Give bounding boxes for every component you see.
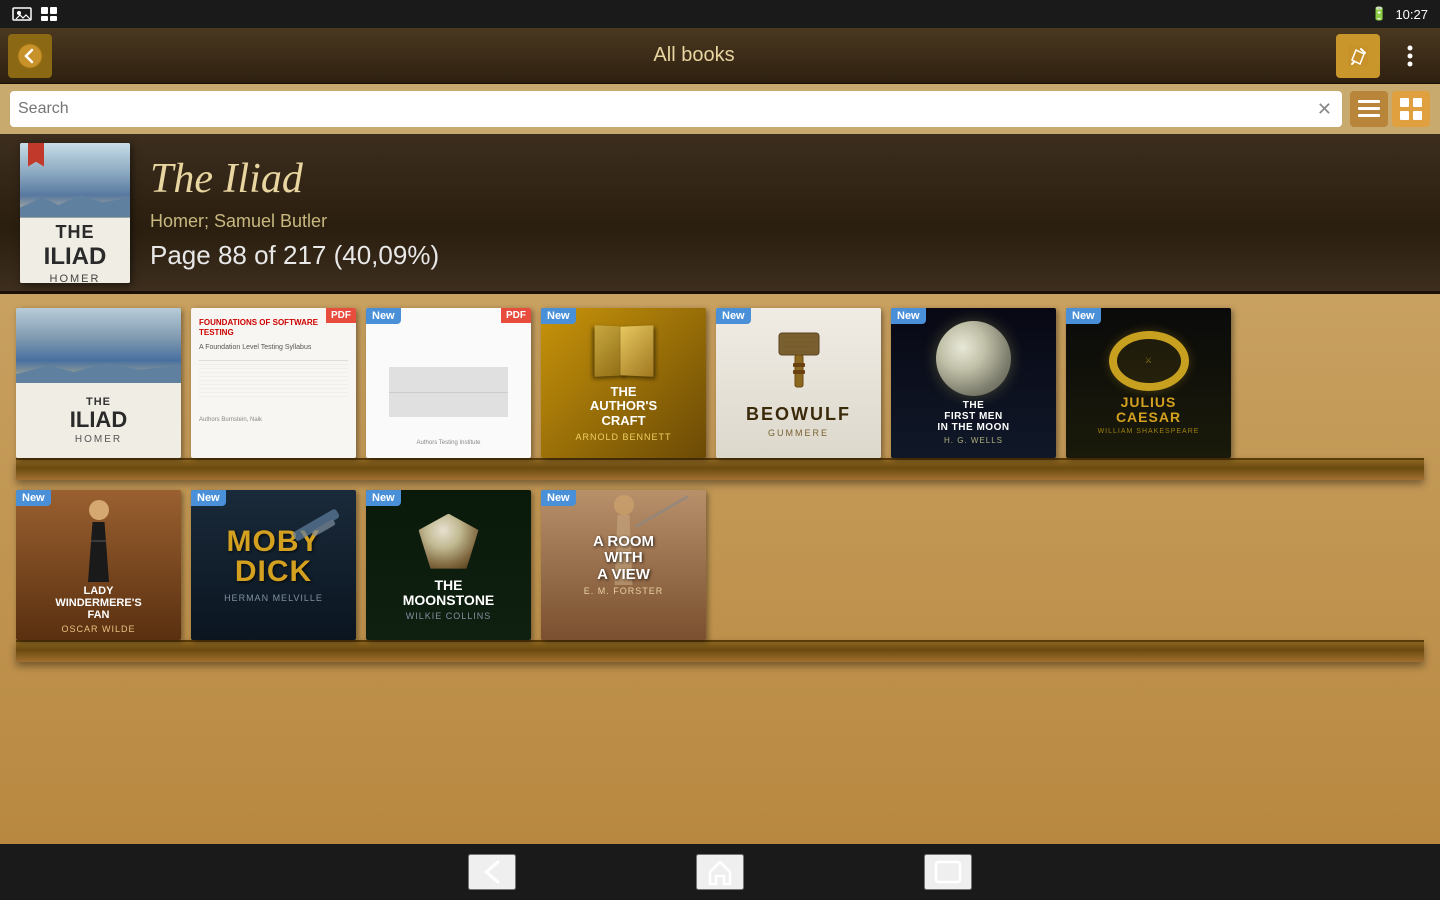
battery-icon: 🔋: [1371, 6, 1387, 22]
nav-home-button[interactable]: [696, 854, 744, 890]
view-toggle: [1350, 91, 1430, 127]
new-badge-moby: New: [191, 490, 226, 506]
shelf-books-2: New LADYWINDERMERE'SFAN OSCAR WILDE New: [16, 490, 1424, 640]
book-whitepaper[interactable]: New PDF Authors Testing Institute: [366, 308, 531, 458]
nav-recent-icon: [932, 858, 964, 886]
book-julius-caesar[interactable]: New ⚔ JULIUSCAESAR WILLIAM SHAKESPEARE: [1066, 308, 1231, 458]
pdf-badge-whitepaper: PDF: [501, 308, 531, 323]
nav-back-button[interactable]: [468, 854, 516, 890]
grid-view-icon: [1400, 98, 1422, 120]
menu-button[interactable]: [1388, 34, 1432, 78]
toolbar-left: [8, 34, 52, 78]
nav-bar: [0, 844, 1440, 900]
shelf-row-2: New LADYWINDERMERE'SFAN OSCAR WILDE New: [0, 480, 1440, 662]
current-book-title: The Iliad: [150, 155, 1420, 203]
title-text: All books: [653, 44, 734, 66]
current-book-banner[interactable]: THE ILIAD HOMER The Iliad Homer; Samuel …: [0, 134, 1440, 294]
grid-view-button[interactable]: [1392, 91, 1430, 127]
book-room-with-view[interactable]: New A ROOMWITHA VIEW E. M. FORSTER: [541, 490, 706, 640]
search-bar: ✕: [0, 84, 1440, 134]
shelf-floor-2: [16, 640, 1424, 662]
edit-icon: [1346, 44, 1370, 68]
book-first-men[interactable]: New THEFIRST MENIN THE MOON H. G. WELLS: [891, 308, 1056, 458]
current-book-author: Homer; Samuel Butler: [150, 211, 1420, 232]
nav-home-icon: [704, 858, 736, 886]
toolbar-title: All books: [52, 44, 1336, 67]
book-foundations[interactable]: PDF FOUNDATIONS OF SOFTWARE TESTING A Fo…: [191, 308, 356, 458]
list-view-icon: [1358, 100, 1380, 118]
new-badge-lady: New: [16, 490, 51, 506]
more-icon: [1407, 44, 1413, 68]
shelf-books-1: THE ILIAD HOMER PDF FOUNDATIONS OF SOFTW…: [16, 308, 1424, 458]
edit-button[interactable]: [1336, 34, 1380, 78]
hammer-icon: [769, 328, 829, 393]
search-input-wrapper: ✕: [10, 91, 1342, 127]
back-button[interactable]: [8, 34, 52, 78]
shelf-row-1: THE ILIAD HOMER PDF FOUNDATIONS OF SOFTW…: [0, 294, 1440, 480]
grid-icon: [40, 6, 58, 22]
clear-search-button[interactable]: ✕: [1315, 99, 1334, 120]
nav-back-icon: [476, 858, 508, 886]
current-book-info: The Iliad Homer; Samuel Butler Page 88 o…: [150, 155, 1420, 271]
new-badge-room: New: [541, 490, 576, 506]
bookshelf: THE ILIAD HOMER PDF FOUNDATIONS OF SOFTW…: [0, 294, 1440, 844]
list-view-button[interactable]: [1350, 91, 1388, 127]
nav-recent-button[interactable]: [924, 854, 972, 890]
time-display: 10:27: [1395, 7, 1428, 22]
book-beowulf[interactable]: New: [716, 308, 881, 458]
photo-icon: [12, 6, 32, 22]
new-badge-whitepaper: New: [366, 308, 401, 324]
book-moby-dick[interactable]: New MOBYDICK HERMAN MELVILLE: [191, 490, 356, 640]
new-badge-moonstone: New: [366, 490, 401, 506]
current-book-cover: THE ILIAD HOMER: [20, 143, 130, 283]
toolbar-right: [1336, 34, 1432, 78]
new-badge-beowulf: New: [716, 308, 751, 324]
shelf-floor-1: [16, 458, 1424, 480]
search-input[interactable]: [18, 100, 1315, 118]
status-bar: 🔋 10:27: [0, 0, 1440, 28]
book-authors-craft[interactable]: New THEAUTHOR'SCRAFT ARNOLD BENNETT: [541, 308, 706, 458]
toolbar: All books: [0, 28, 1440, 84]
book-iliad[interactable]: THE ILIAD HOMER: [16, 308, 181, 458]
current-book-progress: Page 88 of 217 (40,09%): [150, 240, 1420, 271]
new-badge-julius-caesar: New: [1066, 308, 1101, 324]
book-lady-windermere[interactable]: New LADYWINDERMERE'SFAN OSCAR WILDE: [16, 490, 181, 640]
pdf-badge: PDF: [326, 308, 356, 323]
new-badge-first-men: New: [891, 308, 926, 324]
status-icons-left: [12, 6, 58, 22]
new-badge-authors-craft: New: [541, 308, 576, 324]
book-moonstone[interactable]: New THEMOONSTONE WILKIE COLLINS: [366, 490, 531, 640]
back-icon: [16, 42, 44, 70]
status-icons-right: 🔋 10:27: [1371, 6, 1428, 22]
